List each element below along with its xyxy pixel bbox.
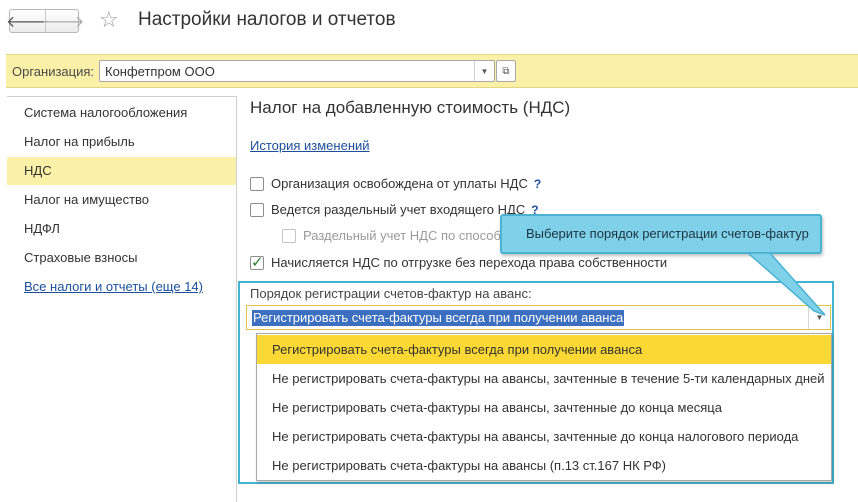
invoice-order-value: Регистрировать счета-фактуры всегда при … <box>252 310 625 326</box>
organization-value: Конфетпром ООО <box>105 64 215 79</box>
vat-exempt-checkbox[interactable] <box>250 176 264 191</box>
separate-accounting-checkbox[interactable] <box>250 202 264 217</box>
sidebar-item-vat[interactable]: НДС <box>7 157 236 185</box>
navigation-buttons: 🡐 🡒 <box>6 9 84 33</box>
dropdown-option[interactable]: Регистрировать счета-фактуры всегда при … <box>257 335 831 364</box>
separate-accounting-label: Ведется раздельный учет входящего НДС <box>271 202 526 217</box>
invoice-order-dropdown-list: Регистрировать счета-фактуры всегда при … <box>256 333 832 481</box>
back-button[interactable]: 🡐 <box>6 10 49 32</box>
forward-arrow-icon: 🡒 <box>41 13 85 31</box>
callout-text: Выберите порядок регистрации счетов-факт… <box>526 226 809 241</box>
dropdown-option[interactable]: Не регистрировать счета-фактуры на аванс… <box>257 364 831 393</box>
invoice-order-dropdown-button[interactable]: ▼ <box>808 306 830 329</box>
section-title: Налог на добавленную стоимость (НДС) <box>250 98 571 117</box>
sidebar-item-ndfl[interactable]: НДФЛ <box>7 215 236 243</box>
organization-field[interactable]: Конфетпром ООО ▼ <box>99 60 495 82</box>
dropdown-option[interactable]: Не регистрировать счета-фактуры на аванс… <box>257 422 831 451</box>
separate-vat-method-checkbox <box>282 228 296 243</box>
organization-bar: Организация: Конфетпром ООО ▼ ⧉ <box>6 54 858 88</box>
separate-vat-method-checkbox-row: Раздельный учет НДС по способ <box>282 228 501 243</box>
chevron-down-icon: ▼ <box>815 313 824 322</box>
sidebar-item-profit-tax[interactable]: Налог на прибыль <box>7 128 236 156</box>
sidebar-item-all-taxes-link[interactable]: Все налоги и отчеты (еще 14) <box>7 273 236 301</box>
forward-button[interactable]: 🡒 <box>42 10 84 32</box>
separate-vat-method-label: Раздельный учет НДС по способ <box>303 228 501 243</box>
invoice-order-label: Порядок регистрации счетов-фактур на ава… <box>250 286 532 301</box>
organization-dropdown-button[interactable]: ▼ <box>474 61 494 81</box>
sidebar-item-tax-system[interactable]: Система налогообложения <box>7 99 236 127</box>
history-link[interactable]: История изменений <box>250 138 370 153</box>
open-window-icon: ⧉ <box>502 65 510 77</box>
dropdown-option[interactable]: Не регистрировать счета-фактуры на аванс… <box>257 393 831 422</box>
page-title: Настройки налогов и отчетов <box>138 9 396 30</box>
help-icon[interactable]: ? <box>534 177 541 191</box>
callout-tooltip: Выберите порядок регистрации счетов-факт… <box>500 214 822 254</box>
vat-on-shipment-checkbox-row[interactable]: Начисляется НДС по отгрузке без перехода… <box>250 253 668 271</box>
dropdown-option[interactable]: Не регистрировать счета-фактуры на аванс… <box>257 451 831 480</box>
chevron-down-icon: ▼ <box>480 66 489 76</box>
vat-exempt-label: Организация освобождена от уплаты НДС <box>271 176 528 191</box>
sidebar: Система налогообложения Налог на прибыль… <box>7 96 237 502</box>
vat-exempt-checkbox-row[interactable]: Организация освобождена от уплаты НДС ? <box>250 176 541 191</box>
vat-on-shipment-checkbox[interactable] <box>250 253 264 271</box>
vat-on-shipment-label: Начисляется НДС по отгрузке без перехода… <box>271 255 668 270</box>
organization-label: Организация: <box>12 64 95 79</box>
sidebar-item-insurance[interactable]: Страховые взносы <box>7 244 236 272</box>
organization-open-button[interactable]: ⧉ <box>496 60 516 82</box>
favorite-star-icon[interactable]: ☆ <box>99 6 119 34</box>
sidebar-item-property-tax[interactable]: Налог на имущество <box>7 186 236 214</box>
invoice-order-combobox[interactable]: Регистрировать счета-фактуры всегда при … <box>246 305 831 330</box>
separate-accounting-checkbox-row[interactable]: Ведется раздельный учет входящего НДС ? <box>250 202 539 217</box>
